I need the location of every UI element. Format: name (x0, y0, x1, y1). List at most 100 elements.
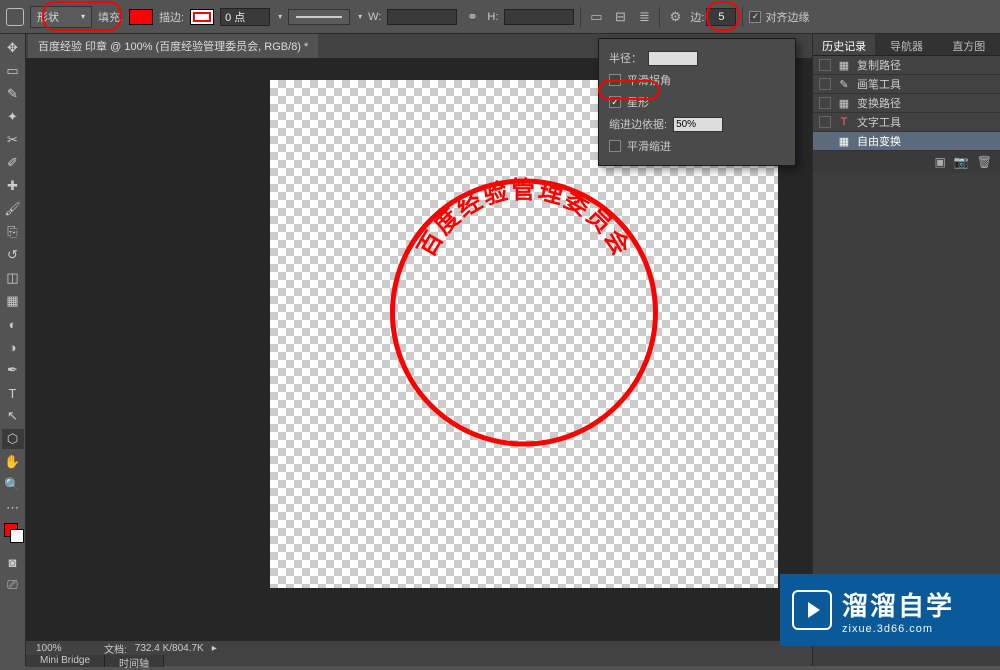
path-icon: ▦ (837, 59, 851, 72)
stroke-swatch[interactable] (190, 9, 214, 25)
history-item[interactable]: ▦ 自由变换 (813, 132, 1000, 151)
sides-field[interactable] (706, 8, 736, 26)
tab-navigator[interactable]: 导航器 (875, 34, 937, 55)
screenmode-tool[interactable]: ⎚ (2, 575, 24, 595)
document-title: 百度经验 印章 @ 100% (百度经验管理委员会, RGB/8) * (38, 41, 308, 53)
pen-tool[interactable]: ✒ (2, 360, 24, 380)
blur-tool[interactable]: ◐ (2, 314, 24, 334)
gradient-tool[interactable]: ▦ (2, 291, 24, 311)
stroke-style-dropdown[interactable] (288, 9, 350, 25)
dodge-tool[interactable]: ◑ (2, 337, 24, 357)
history-vis-toggle[interactable] (819, 116, 831, 128)
align-edges-checkbox[interactable]: ✓ 对齐边缘 (749, 9, 809, 25)
link-wh-icon[interactable]: ⚭ (463, 8, 481, 26)
heal-tool[interactable]: ✚ (2, 176, 24, 196)
type-icon: T (837, 116, 851, 128)
zoom-tool[interactable]: 🔍 (2, 475, 24, 495)
indent-label: 缩进边依据: (609, 116, 667, 132)
chevron-down-icon[interactable]: ▾ (358, 12, 362, 21)
move-tool[interactable]: ✥ (2, 38, 24, 58)
smooth-indent-checkbox[interactable]: 平滑缩进 (609, 135, 785, 157)
radius-field[interactable] (648, 51, 698, 66)
separator (742, 7, 743, 27)
stroke-width-field[interactable] (220, 8, 270, 26)
watermark-logo-icon (792, 590, 832, 630)
doc-info-label: 文档: (104, 641, 127, 656)
type-tool[interactable]: T (2, 383, 24, 403)
stamp-tool[interactable]: ⎘ (2, 222, 24, 242)
history-label: 变换路径 (857, 95, 901, 111)
history-vis-toggle[interactable] (819, 97, 831, 109)
history-item[interactable]: ✎ 画笔工具 (813, 75, 1000, 94)
options-bar: 形状 ▾ 填充: 描边: ▾ ▾ W: ⚭ H: ▭ ⊟ ≣ ⚙ 边: ✓ 对齐… (0, 0, 1000, 34)
tab-history[interactable]: 历史记录 (813, 34, 875, 55)
quickmask-tool[interactable]: ◙ (2, 552, 24, 572)
history-item[interactable]: T 文字工具 (813, 113, 1000, 132)
fill-swatch[interactable] (129, 9, 153, 25)
width-field[interactable] (387, 9, 457, 25)
svg-text:百度经验管理委员会: 百度经验管理委员会 (414, 175, 636, 261)
path-select-tool[interactable]: ↖ (2, 406, 24, 426)
arc-text-content: 百度经验管理委员会 (414, 175, 636, 261)
transform-icon: ▦ (837, 135, 851, 148)
shape-tool[interactable]: ⬡ (2, 429, 24, 449)
wand-tool[interactable]: ✦ (2, 107, 24, 127)
watermark: 溜溜自学 zixue.3d66.com (780, 574, 1000, 646)
gear-icon[interactable]: ⚙ (666, 8, 684, 26)
path-icon: ▦ (837, 97, 851, 110)
history-vis-toggle[interactable] (819, 78, 831, 90)
height-field[interactable] (504, 9, 574, 25)
tool-mode-label: 形状 (37, 9, 59, 25)
eyedropper-tool[interactable]: ✐ (2, 153, 24, 173)
watermark-url: zixue.3d66.com (842, 623, 954, 635)
smooth-corners-label: 平滑拐角 (627, 72, 671, 88)
watermark-title: 溜溜自学 (842, 586, 954, 623)
history-item[interactable]: ▦ 变换路径 (813, 94, 1000, 113)
tab-histogram[interactable]: 直方图 (938, 34, 1000, 55)
trash-icon[interactable]: 🗑 (977, 155, 992, 169)
camera-icon[interactable]: 📷 (954, 155, 969, 169)
color-swatches[interactable] (2, 521, 24, 549)
history-list: ▦ 复制路径 ✎ 画笔工具 ▦ 变换路径 T 文字工具 ▦ 自由变换 (813, 56, 1000, 151)
new-snapshot-icon[interactable]: ▣ (934, 155, 945, 169)
brush-icon: ✎ (837, 78, 851, 91)
history-label: 自由变换 (857, 133, 901, 149)
width-label: W: (368, 11, 381, 23)
path-ops-icon[interactable]: ▭ (587, 8, 605, 26)
tab-mini-bridge[interactable]: Mini Bridge (26, 655, 105, 667)
smooth-corners-checkbox[interactable]: 平滑拐角 (609, 69, 785, 91)
document-tab[interactable]: 百度经验 印章 @ 100% (百度经验管理委员会, RGB/8) * (28, 34, 318, 58)
background-color[interactable] (10, 529, 24, 543)
marquee-tool[interactable]: ▭ (2, 61, 24, 81)
hand-tool[interactable]: ✋ (2, 452, 24, 472)
smooth-indent-label: 平滑缩进 (627, 138, 671, 154)
history-label: 画笔工具 (857, 76, 901, 92)
history-item[interactable]: ▦ 复制路径 (813, 56, 1000, 75)
history-vis-toggle[interactable] (819, 59, 831, 71)
eraser-tool[interactable]: ◫ (2, 268, 24, 288)
chevron-down-icon[interactable]: ▾ (278, 12, 282, 21)
zoom-level[interactable]: 100% (36, 643, 96, 654)
history-brush-tool[interactable]: ↺ (2, 245, 24, 265)
star-checkbox[interactable]: 星形 (609, 91, 785, 113)
radius-label: 半径： (609, 50, 642, 66)
arrange-icon[interactable]: ≣ (635, 8, 653, 26)
polygon-tool-icon[interactable] (6, 8, 24, 26)
brush-tool[interactable]: 🖌 (2, 199, 24, 219)
separator (580, 7, 581, 27)
align-icon[interactable]: ⊟ (611, 8, 629, 26)
chevron-right-icon[interactable]: ▸ (212, 643, 217, 654)
tool-palette: ✥ ▭ ✎ ✦ ✂ ✐ ✚ 🖌 ⎘ ↺ ◫ ▦ ◐ ◑ ✒ T ↖ ⬡ ✋ 🔍 … (0, 34, 26, 666)
stroke-label: 描边: (159, 9, 184, 25)
crop-tool[interactable]: ✂ (2, 130, 24, 150)
history-label: 复制路径 (857, 57, 901, 73)
seal-arc-text: 百度经验管理委员会 (404, 189, 644, 429)
history-vis-toggle[interactable] (819, 135, 831, 147)
indent-field[interactable] (673, 117, 723, 132)
sides-label: 边: (690, 9, 704, 25)
edit-toolbar[interactable]: ⋯ (2, 498, 24, 518)
lasso-tool[interactable]: ✎ (2, 84, 24, 104)
tab-timeline[interactable]: 时间轴 (105, 655, 164, 667)
separator (659, 7, 660, 27)
tool-mode-dropdown[interactable]: 形状 ▾ (30, 6, 92, 28)
